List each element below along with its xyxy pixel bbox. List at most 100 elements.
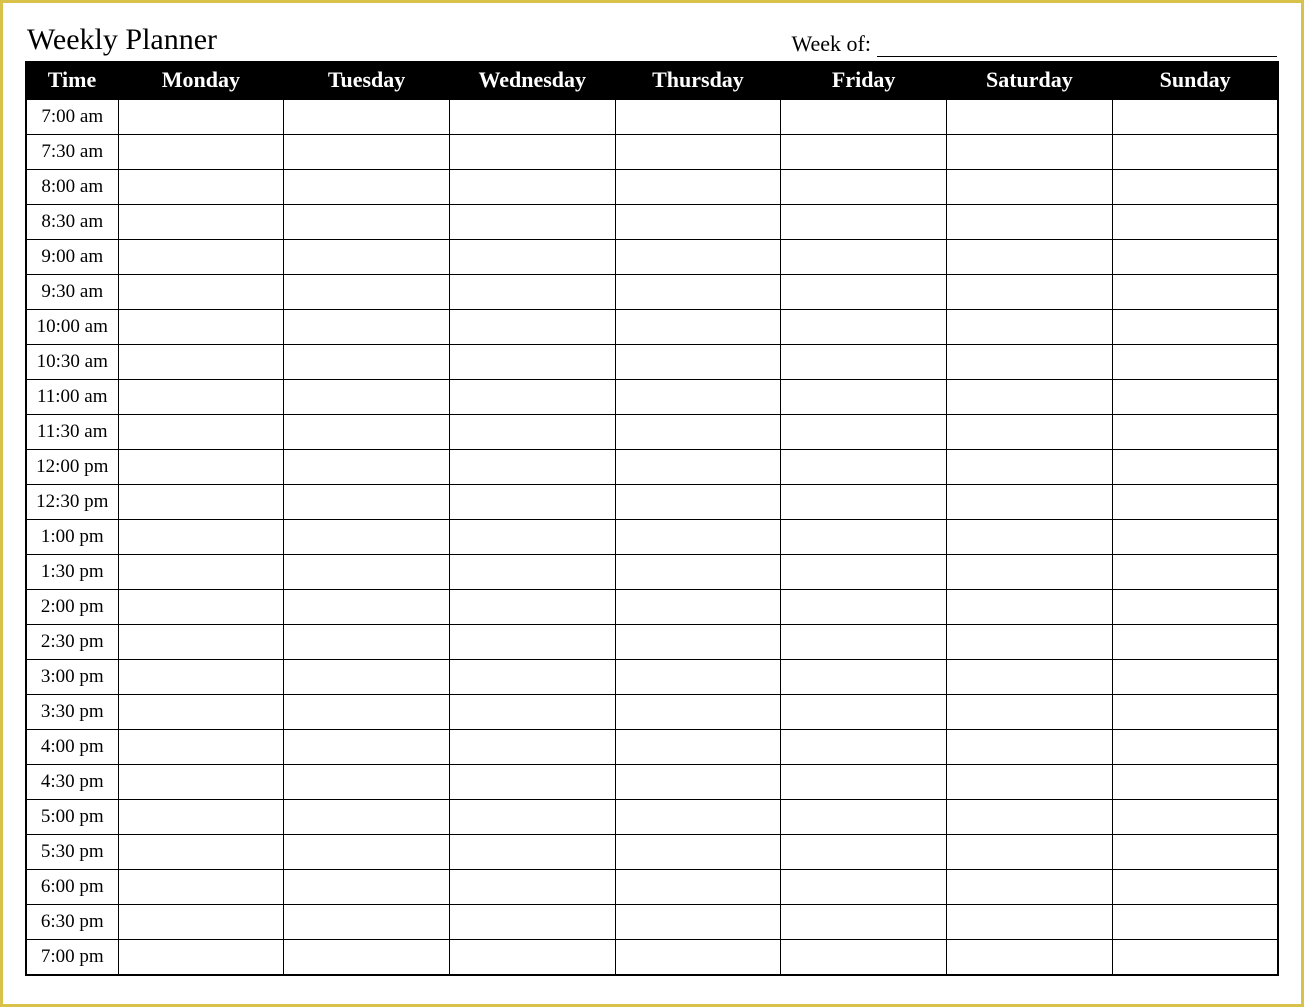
planner-cell[interactable] [118, 590, 284, 625]
planner-cell[interactable] [284, 695, 450, 730]
planner-cell[interactable] [118, 485, 284, 520]
planner-cell[interactable] [1112, 275, 1278, 310]
planner-cell[interactable] [781, 135, 947, 170]
planner-cell[interactable] [449, 275, 615, 310]
planner-cell[interactable] [118, 100, 284, 135]
planner-cell[interactable] [947, 800, 1113, 835]
planner-cell[interactable] [284, 275, 450, 310]
planner-cell[interactable] [947, 660, 1113, 695]
planner-cell[interactable] [947, 205, 1113, 240]
planner-cell[interactable] [615, 135, 781, 170]
planner-cell[interactable] [1112, 695, 1278, 730]
planner-cell[interactable] [118, 800, 284, 835]
planner-cell[interactable] [449, 205, 615, 240]
planner-cell[interactable] [781, 940, 947, 975]
planner-cell[interactable] [947, 730, 1113, 765]
planner-cell[interactable] [284, 520, 450, 555]
planner-cell[interactable] [1112, 730, 1278, 765]
planner-cell[interactable] [1112, 625, 1278, 660]
planner-cell[interactable] [284, 450, 450, 485]
planner-cell[interactable] [781, 625, 947, 660]
planner-cell[interactable] [1112, 240, 1278, 275]
planner-cell[interactable] [284, 135, 450, 170]
planner-cell[interactable] [947, 170, 1113, 205]
planner-cell[interactable] [615, 765, 781, 800]
planner-cell[interactable] [615, 870, 781, 905]
planner-cell[interactable] [118, 695, 284, 730]
planner-cell[interactable] [449, 135, 615, 170]
planner-cell[interactable] [947, 940, 1113, 975]
planner-cell[interactable] [284, 730, 450, 765]
planner-cell[interactable] [615, 625, 781, 660]
planner-cell[interactable] [449, 520, 615, 555]
planner-cell[interactable] [947, 275, 1113, 310]
planner-cell[interactable] [781, 835, 947, 870]
planner-cell[interactable] [284, 800, 450, 835]
planner-cell[interactable] [118, 555, 284, 590]
planner-cell[interactable] [118, 135, 284, 170]
planner-cell[interactable] [449, 380, 615, 415]
planner-cell[interactable] [615, 240, 781, 275]
planner-cell[interactable] [449, 100, 615, 135]
planner-cell[interactable] [781, 450, 947, 485]
planner-cell[interactable] [1112, 800, 1278, 835]
planner-cell[interactable] [781, 800, 947, 835]
planner-cell[interactable] [1112, 450, 1278, 485]
planner-cell[interactable] [449, 765, 615, 800]
planner-cell[interactable] [118, 660, 284, 695]
planner-cell[interactable] [284, 905, 450, 940]
planner-cell[interactable] [449, 555, 615, 590]
planner-cell[interactable] [947, 590, 1113, 625]
planner-cell[interactable] [947, 100, 1113, 135]
planner-cell[interactable] [1112, 135, 1278, 170]
planner-cell[interactable] [449, 835, 615, 870]
planner-cell[interactable] [449, 450, 615, 485]
planner-cell[interactable] [449, 345, 615, 380]
planner-cell[interactable] [781, 905, 947, 940]
planner-cell[interactable] [449, 800, 615, 835]
planner-cell[interactable] [449, 905, 615, 940]
planner-cell[interactable] [615, 800, 781, 835]
planner-cell[interactable] [1112, 380, 1278, 415]
planner-cell[interactable] [449, 170, 615, 205]
planner-cell[interactable] [615, 450, 781, 485]
planner-cell[interactable] [615, 275, 781, 310]
planner-cell[interactable] [1112, 660, 1278, 695]
planner-cell[interactable] [449, 940, 615, 975]
planner-cell[interactable] [449, 870, 615, 905]
planner-cell[interactable] [947, 415, 1113, 450]
planner-cell[interactable] [781, 730, 947, 765]
planner-cell[interactable] [781, 870, 947, 905]
planner-cell[interactable] [781, 380, 947, 415]
planner-cell[interactable] [615, 695, 781, 730]
planner-cell[interactable] [615, 520, 781, 555]
planner-cell[interactable] [947, 555, 1113, 590]
planner-cell[interactable] [118, 870, 284, 905]
planner-cell[interactable] [615, 590, 781, 625]
planner-cell[interactable] [118, 520, 284, 555]
planner-cell[interactable] [781, 205, 947, 240]
planner-cell[interactable] [781, 695, 947, 730]
planner-cell[interactable] [284, 625, 450, 660]
planner-cell[interactable] [947, 905, 1113, 940]
planner-cell[interactable] [118, 450, 284, 485]
planner-cell[interactable] [615, 380, 781, 415]
planner-cell[interactable] [284, 205, 450, 240]
planner-cell[interactable] [118, 905, 284, 940]
planner-cell[interactable] [781, 520, 947, 555]
planner-cell[interactable] [615, 730, 781, 765]
planner-cell[interactable] [118, 415, 284, 450]
planner-cell[interactable] [284, 100, 450, 135]
planner-cell[interactable] [615, 940, 781, 975]
planner-cell[interactable] [781, 765, 947, 800]
planner-cell[interactable] [449, 415, 615, 450]
planner-cell[interactable] [947, 870, 1113, 905]
planner-cell[interactable] [118, 240, 284, 275]
planner-cell[interactable] [284, 940, 450, 975]
planner-cell[interactable] [781, 415, 947, 450]
planner-cell[interactable] [947, 520, 1113, 555]
planner-cell[interactable] [1112, 590, 1278, 625]
planner-cell[interactable] [449, 730, 615, 765]
planner-cell[interactable] [449, 485, 615, 520]
planner-cell[interactable] [449, 660, 615, 695]
